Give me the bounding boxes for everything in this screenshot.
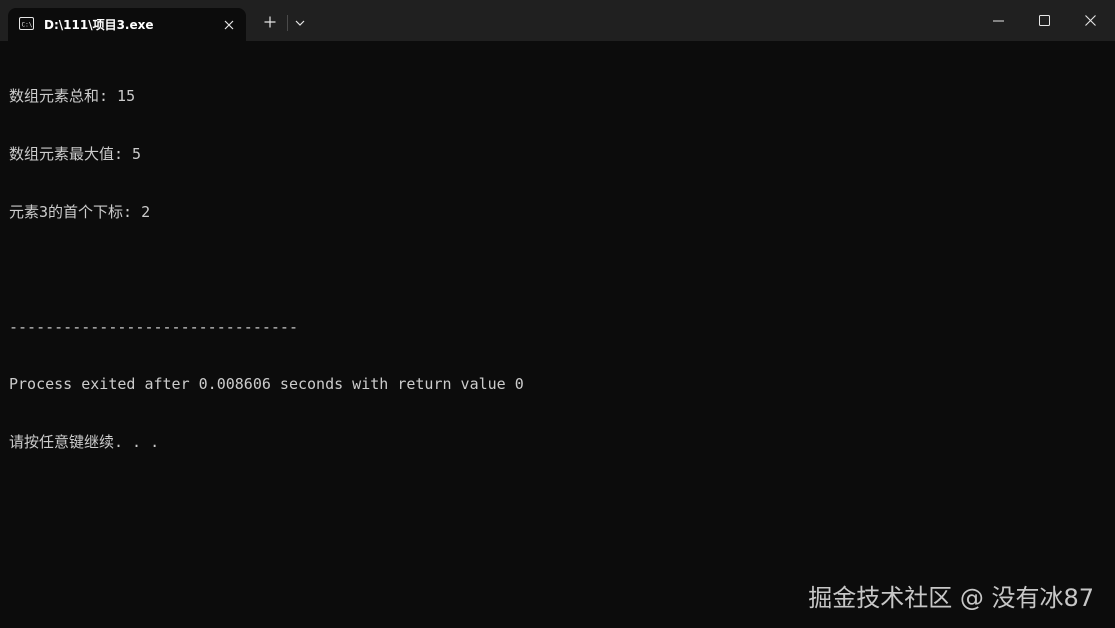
close-tab-icon[interactable] (218, 14, 240, 36)
new-tab-button[interactable] (259, 11, 281, 33)
separator-line: -------------------------------- (9, 317, 298, 336)
process-exit-line: Process exited after 0.008606 seconds wi… (9, 375, 524, 394)
maximize-icon (1038, 15, 1050, 26)
press-any-key-line: 请按任意键继续. . . (9, 432, 160, 451)
tab-title: D:\111\项目3.exe (44, 18, 154, 32)
terminal-window: C:\ D:\111\项目3.exe 数组元素总和: 15 数组元素最大值: 5… (0, 0, 1115, 628)
title-bar[interactable]: C:\ D:\111\项目3.exe (0, 0, 1115, 41)
console-output[interactable]: 数组元素总和: 15 数组元素最大值: 5 元素3的首个下标: 2 ------… (9, 49, 1115, 491)
plus-icon (264, 16, 276, 28)
close-icon (1084, 15, 1096, 26)
close-window-button[interactable] (1067, 0, 1113, 41)
tab-active[interactable]: C:\ D:\111\项目3.exe (8, 8, 246, 41)
maximize-button[interactable] (1021, 0, 1067, 41)
chevron-down-icon (295, 20, 305, 26)
console-icon: C:\ (19, 17, 34, 30)
output-line-blank (9, 260, 1115, 279)
watermark: 掘金技术社区 @ 没有冰87 (808, 584, 1094, 612)
output-line-index: 元素3的首个下标: 2 (9, 202, 151, 221)
tab-divider (287, 15, 288, 31)
svg-text:C:\: C:\ (22, 22, 33, 29)
output-line-sum: 数组元素总和: 15 (9, 87, 136, 106)
minimize-button[interactable] (975, 0, 1021, 41)
tab-dropdown-button[interactable] (290, 13, 310, 33)
minimize-icon (992, 20, 1004, 21)
output-line-max: 数组元素最大值: 5 (9, 145, 142, 163)
